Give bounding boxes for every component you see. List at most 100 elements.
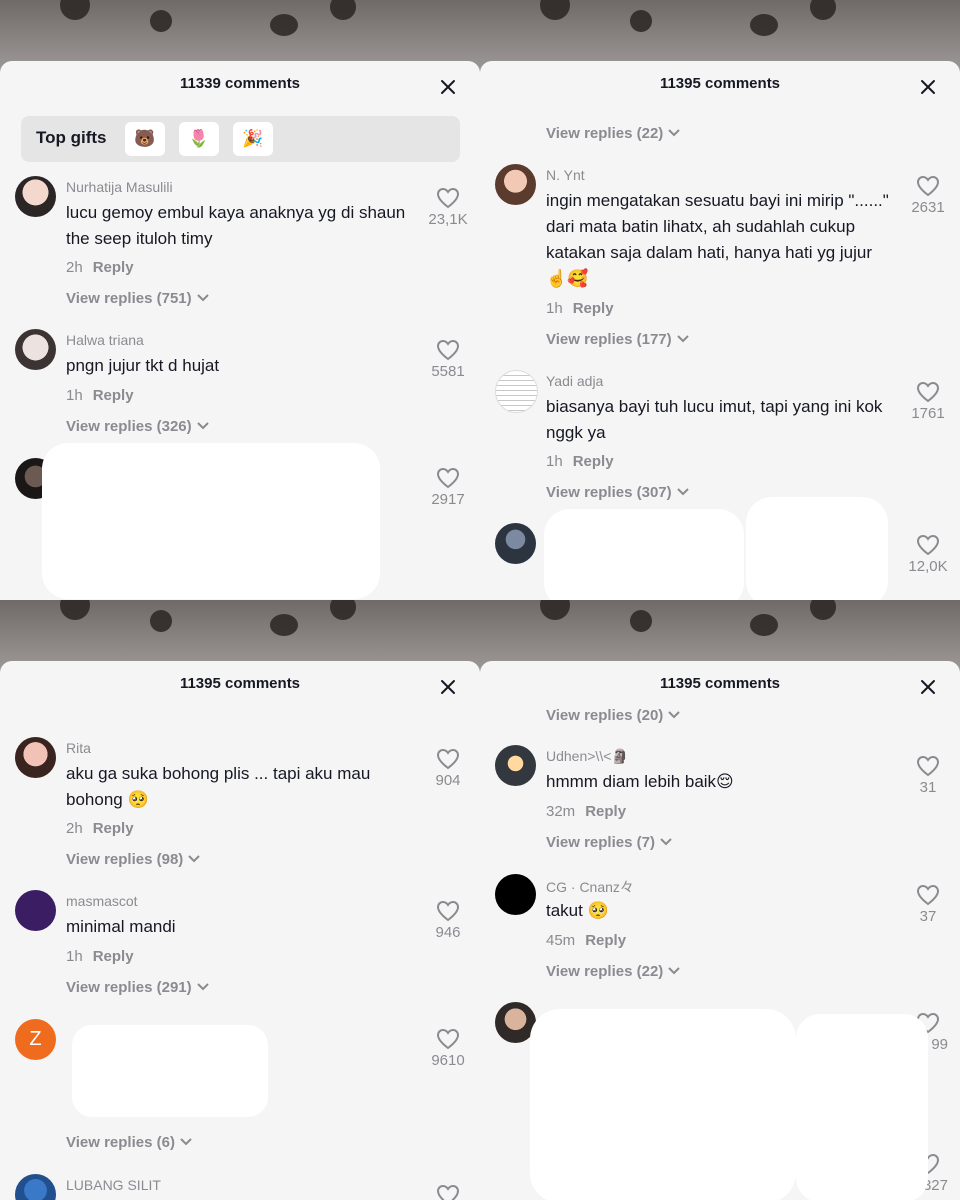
view-replies-button[interactable]: View replies (291) (66, 979, 210, 996)
heart-outline-icon (436, 1184, 460, 1200)
reply-button[interactable]: Reply (93, 259, 134, 276)
comment-time: 1h (66, 387, 83, 404)
heart-outline-icon (916, 884, 940, 906)
comment-username[interactable]: CG · Cnanz々 (546, 877, 634, 897)
comment-username[interactable]: masmascot (66, 893, 138, 909)
like-count: 37 (919, 908, 937, 925)
flowers-gift-icon: 🌷 (188, 129, 210, 149)
like-count: 1761 (911, 405, 945, 422)
redacted-block (746, 497, 888, 600)
view-replies-label: View replies (177) (546, 331, 672, 348)
gift-bear[interactable]: 🐻 (125, 122, 165, 156)
reply-button[interactable]: Reply (93, 387, 134, 404)
comment-time: 32m (546, 803, 576, 820)
view-replies-label: View replies (291) (66, 979, 192, 996)
comment-username[interactable]: Udhen>\\<🗿 (546, 748, 629, 765)
heart-outline-icon (436, 187, 460, 209)
close-button[interactable] (434, 673, 462, 701)
comment-text: takut 🥺 (546, 901, 609, 920)
avatar[interactable] (495, 874, 536, 915)
comment-username[interactable]: Halwa triana (66, 332, 144, 348)
avatar[interactable] (15, 890, 56, 931)
view-replies-button[interactable]: View replies (20) (546, 707, 681, 724)
avatar[interactable] (15, 329, 56, 370)
like-button[interactable] (428, 1184, 468, 1200)
avatar[interactable] (495, 523, 536, 564)
chevron-down-icon (196, 294, 209, 302)
like-count: 23,1K (428, 211, 468, 228)
comment-count-title: 11395 comments (659, 675, 781, 692)
like-button[interactable]: 2917 (428, 467, 468, 508)
like-button[interactable]: 2631 (908, 175, 948, 216)
comment-text: hmmm diam lebih baik😌 (546, 772, 734, 791)
heart-outline-icon (916, 755, 940, 777)
reply-button[interactable]: Reply (93, 820, 134, 837)
avatar[interactable] (495, 745, 536, 786)
comment-username[interactable]: N. Ynt (546, 167, 585, 183)
reply-button[interactable]: Reply (573, 453, 614, 470)
avatar[interactable] (15, 1174, 56, 1200)
comment-username[interactable]: LUBANG SILIT (66, 1177, 161, 1193)
comment-meta: 1h Reply (66, 387, 134, 404)
comment-meta: 2h Reply (66, 820, 134, 837)
chevron-down-icon (668, 129, 681, 137)
close-button[interactable] (914, 73, 942, 101)
chevron-down-icon (676, 488, 689, 496)
like-count: 12,0K (908, 558, 948, 575)
comment-text: minimal mandi (66, 917, 176, 936)
like-button[interactable]: 5581 (428, 339, 468, 380)
view-replies-button[interactable]: View replies (307) (546, 484, 690, 501)
reply-button[interactable]: Reply (573, 300, 614, 317)
view-replies-button[interactable]: View replies (177) (546, 331, 690, 348)
close-icon (441, 80, 455, 94)
view-replies-button[interactable]: View replies (98) (66, 851, 201, 868)
like-button[interactable]: 23,1K (428, 187, 468, 228)
chevron-down-icon (660, 838, 672, 846)
reply-button[interactable]: Reply (93, 948, 134, 965)
like-button[interactable]: 946 (428, 900, 468, 941)
view-replies-button[interactable]: View replies (7) (546, 834, 673, 851)
like-button[interactable]: 12,0K (908, 534, 948, 575)
close-button[interactable] (914, 673, 942, 701)
like-button[interactable]: 904 (428, 748, 468, 789)
gift-flowers[interactable]: 🌷 (179, 122, 219, 156)
comment-count-title: 11395 comments (659, 75, 781, 92)
avatar[interactable] (15, 176, 56, 217)
heart-outline-icon (436, 900, 460, 922)
reply-button[interactable]: Reply (585, 803, 626, 820)
heart-outline-icon (436, 748, 460, 770)
like-count: 2631 (911, 199, 945, 216)
top-gifts-bar[interactable]: Top gifts 🐻 🌷 🎉 (21, 116, 460, 162)
view-replies-button[interactable]: View replies (326) (66, 418, 210, 435)
like-button[interactable]: 37 (908, 884, 948, 925)
close-button[interactable] (434, 73, 462, 101)
chevron-down-icon (676, 335, 689, 343)
view-replies-button[interactable]: View replies (22) (546, 125, 681, 142)
like-button[interactable]: 1761 (908, 381, 948, 422)
comment-username[interactable]: Rita (66, 740, 91, 756)
gift-party[interactable]: 🎉 (233, 122, 273, 156)
comment-username[interactable]: Yadi adja (546, 373, 603, 389)
close-icon (921, 680, 935, 694)
comment-meta: 1h Reply (66, 948, 134, 965)
avatar[interactable] (15, 737, 56, 778)
comment-username[interactable]: Nurhatija Masulili (66, 179, 173, 195)
comment-meta: 1h Reply (546, 453, 614, 470)
avatar[interactable]: Z (15, 1019, 56, 1060)
reply-button[interactable]: Reply (585, 932, 626, 949)
avatar[interactable] (495, 370, 538, 413)
view-replies-button[interactable]: View replies (6) (66, 1134, 193, 1151)
like-button[interactable]: 9610 (428, 1028, 468, 1069)
redacted-block (544, 509, 744, 600)
chevron-down-icon (188, 855, 201, 863)
view-replies-button[interactable]: View replies (22) (546, 963, 681, 980)
comment-meta: 32m Reply (546, 803, 626, 820)
heart-outline-icon (916, 175, 940, 197)
avatar[interactable] (495, 164, 536, 205)
view-replies-label: View replies (22) (546, 963, 664, 980)
top-gifts-label: Top gifts (36, 128, 107, 147)
view-replies-button[interactable]: View replies (751) (66, 290, 210, 307)
party-gift-icon: 🎉 (242, 129, 264, 149)
like-count: 9610 (431, 1052, 465, 1069)
like-button[interactable]: 31 (908, 755, 948, 796)
